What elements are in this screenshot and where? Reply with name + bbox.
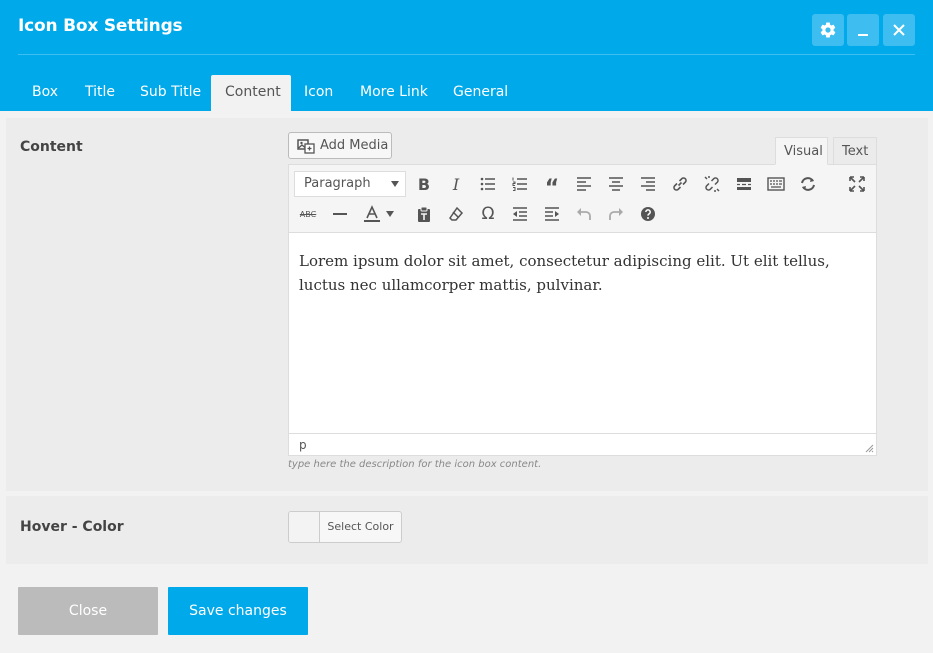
tab-content[interactable]: Content — [211, 75, 291, 111]
content-label: Content — [20, 139, 83, 155]
undo-icon — [577, 208, 591, 220]
bold-icon: B — [417, 174, 431, 194]
tab-visual[interactable]: Visual — [775, 137, 828, 165]
help-icon — [641, 207, 655, 221]
bullet-list-button[interactable] — [476, 172, 500, 196]
chevron-down-icon — [391, 181, 399, 187]
insert-link-button[interactable] — [668, 172, 692, 196]
outdent-icon — [513, 207, 527, 221]
align-center-button[interactable] — [604, 172, 628, 196]
select-color-button[interactable]: Select Color — [288, 511, 402, 543]
tab-box[interactable]: Box — [18, 75, 72, 111]
bullet-list-icon — [480, 177, 495, 191]
link-icon — [673, 177, 687, 191]
gear-icon — [820, 22, 836, 38]
numbered-list-icon — [512, 177, 527, 191]
save-changes-button[interactable]: Save changes — [168, 587, 308, 635]
clear-formatting-icon — [449, 206, 464, 221]
unlink-button[interactable] — [700, 172, 724, 196]
align-right-icon — [641, 177, 655, 191]
tab-icon[interactable]: Icon — [290, 75, 347, 111]
align-left-button[interactable] — [572, 172, 596, 196]
blockquote-button[interactable]: “ — [540, 172, 564, 201]
text-color-button[interactable] — [360, 202, 384, 226]
read-more-icon — [737, 178, 751, 190]
icon-box-settings-dialog: Icon Box Settings Box Title Sub Title Co… — [0, 0, 933, 653]
minimize-button[interactable] — [847, 14, 879, 46]
dialog-header: Icon Box Settings Box Title Sub Title Co… — [0, 0, 933, 111]
special-character-icon: Ω — [481, 204, 495, 224]
bold-button[interactable]: B — [412, 172, 436, 196]
format-select-value: Paragraph — [304, 176, 371, 191]
close-icon — [893, 24, 905, 36]
redo-button[interactable] — [604, 202, 628, 226]
fullscreen-icon — [849, 176, 865, 192]
paste-as-text-button[interactable] — [412, 202, 436, 226]
text-color-dropdown[interactable] — [383, 202, 397, 226]
dialog-title: Icon Box Settings — [18, 16, 183, 36]
add-media-icon — [297, 138, 315, 154]
read-more-button[interactable] — [732, 172, 756, 196]
chevron-down-icon — [386, 211, 394, 217]
unlink-icon — [704, 176, 720, 192]
blockquote-icon: “ — [544, 176, 560, 201]
align-left-icon — [577, 177, 591, 191]
indent-button[interactable] — [540, 202, 564, 226]
header-divider — [18, 54, 915, 55]
italic-button[interactable]: I — [444, 172, 468, 196]
settings-button[interactable] — [812, 14, 844, 46]
align-center-icon — [609, 177, 623, 191]
clear-formatting-button[interactable] — [444, 202, 468, 226]
align-right-button[interactable] — [636, 172, 660, 196]
tab-text[interactable]: Text — [833, 137, 877, 165]
italic-icon: I — [452, 174, 460, 194]
rich-text-editor: Paragraph B I “ ABC Ω Lorem ipsum dolor … — [288, 164, 877, 456]
numbered-list-button[interactable] — [508, 172, 532, 196]
paste-text-icon — [418, 206, 430, 222]
toolbar-toggle-icon — [767, 177, 785, 191]
select-color-label: Select Color — [327, 520, 394, 533]
tab-title[interactable]: Title — [71, 75, 129, 111]
editor-toolbar: Paragraph B I “ ABC Ω — [289, 165, 876, 233]
indent-icon — [545, 207, 559, 221]
tab-more-link[interactable]: More Link — [346, 75, 442, 111]
outdent-button[interactable] — [508, 202, 532, 226]
text-color-icon — [364, 205, 380, 222]
strikethrough-icon: ABC — [299, 209, 317, 219]
close-dialog-button[interactable] — [883, 14, 915, 46]
special-character-button[interactable]: Ω — [476, 202, 500, 226]
undo-button[interactable] — [572, 202, 596, 226]
redo-icon — [609, 208, 623, 220]
refresh-button[interactable] — [796, 172, 820, 196]
horizontal-line-icon — [333, 213, 347, 215]
add-media-label: Add Media — [320, 138, 389, 153]
content-help-text: type here the description for the icon b… — [288, 459, 542, 470]
editor-content[interactable]: Lorem ipsum dolor sit amet, consectetur … — [299, 249, 869, 297]
hover-color-label: Hover - Color — [20, 519, 124, 535]
toolbar-toggle-button[interactable] — [764, 172, 788, 196]
hover-color-panel — [6, 496, 928, 564]
close-button[interactable]: Close — [18, 587, 158, 635]
horizontal-line-button[interactable] — [328, 202, 352, 226]
color-swatch — [289, 512, 320, 542]
resize-handle-icon[interactable] — [865, 444, 874, 453]
editor-status-path: p — [289, 433, 876, 455]
add-media-button[interactable]: Add Media — [288, 132, 392, 159]
strikethrough-button[interactable]: ABC — [296, 202, 320, 226]
fullscreen-button[interactable] — [845, 172, 869, 196]
help-button[interactable] — [636, 202, 660, 226]
format-select[interactable]: Paragraph — [294, 171, 406, 197]
tab-sub-title[interactable]: Sub Title — [126, 75, 215, 111]
tab-general[interactable]: General — [439, 75, 522, 111]
refresh-icon — [801, 177, 815, 191]
minimize-icon — [858, 34, 868, 36]
